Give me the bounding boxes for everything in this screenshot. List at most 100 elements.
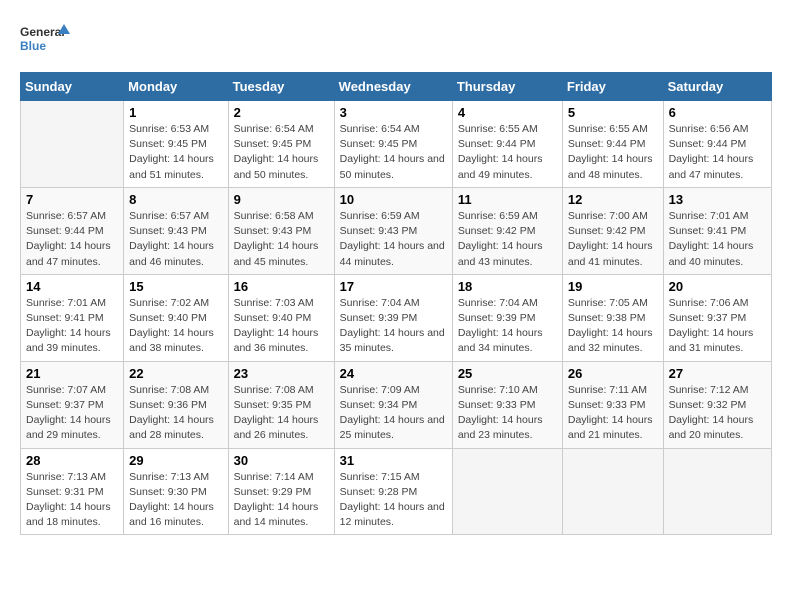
day-info: Sunrise: 7:10 AMSunset: 9:33 PMDaylight:…	[458, 384, 543, 442]
calendar-cell: 7 Sunrise: 6:57 AMSunset: 9:44 PMDayligh…	[21, 187, 124, 274]
day-info: Sunrise: 7:14 AMSunset: 9:29 PMDaylight:…	[234, 471, 319, 529]
calendar-cell	[663, 448, 771, 535]
day-number: 15	[129, 279, 222, 294]
day-info: Sunrise: 7:01 AMSunset: 9:41 PMDaylight:…	[26, 297, 111, 355]
day-info: Sunrise: 6:57 AMSunset: 9:43 PMDaylight:…	[129, 210, 214, 268]
calendar-cell: 30 Sunrise: 7:14 AMSunset: 9:29 PMDaylig…	[228, 448, 334, 535]
day-number: 26	[568, 366, 658, 381]
day-info: Sunrise: 6:55 AMSunset: 9:44 PMDaylight:…	[458, 123, 543, 181]
weekday-header-saturday: Saturday	[663, 73, 771, 101]
day-number: 21	[26, 366, 118, 381]
calendar-cell: 10 Sunrise: 6:59 AMSunset: 9:43 PMDaylig…	[334, 187, 452, 274]
day-info: Sunrise: 7:05 AMSunset: 9:38 PMDaylight:…	[568, 297, 653, 355]
day-number: 6	[669, 105, 766, 120]
day-info: Sunrise: 7:02 AMSunset: 9:40 PMDaylight:…	[129, 297, 214, 355]
calendar-week-row: 7 Sunrise: 6:57 AMSunset: 9:44 PMDayligh…	[21, 187, 772, 274]
day-info: Sunrise: 6:59 AMSunset: 9:43 PMDaylight:…	[340, 210, 445, 268]
calendar-cell: 22 Sunrise: 7:08 AMSunset: 9:36 PMDaylig…	[124, 361, 228, 448]
calendar-cell: 27 Sunrise: 7:12 AMSunset: 9:32 PMDaylig…	[663, 361, 771, 448]
day-info: Sunrise: 6:59 AMSunset: 9:42 PMDaylight:…	[458, 210, 543, 268]
calendar-cell: 1 Sunrise: 6:53 AMSunset: 9:45 PMDayligh…	[124, 101, 228, 188]
day-number: 18	[458, 279, 557, 294]
day-number: 3	[340, 105, 447, 120]
day-info: Sunrise: 6:58 AMSunset: 9:43 PMDaylight:…	[234, 210, 319, 268]
calendar-cell: 23 Sunrise: 7:08 AMSunset: 9:35 PMDaylig…	[228, 361, 334, 448]
calendar-cell: 26 Sunrise: 7:11 AMSunset: 9:33 PMDaylig…	[562, 361, 663, 448]
calendar-cell: 6 Sunrise: 6:56 AMSunset: 9:44 PMDayligh…	[663, 101, 771, 188]
day-number: 31	[340, 453, 447, 468]
calendar-cell: 24 Sunrise: 7:09 AMSunset: 9:34 PMDaylig…	[334, 361, 452, 448]
calendar-cell: 3 Sunrise: 6:54 AMSunset: 9:45 PMDayligh…	[334, 101, 452, 188]
weekday-header-wednesday: Wednesday	[334, 73, 452, 101]
day-info: Sunrise: 6:54 AMSunset: 9:45 PMDaylight:…	[234, 123, 319, 181]
day-info: Sunrise: 7:01 AMSunset: 9:41 PMDaylight:…	[669, 210, 754, 268]
day-info: Sunrise: 6:54 AMSunset: 9:45 PMDaylight:…	[340, 123, 445, 181]
day-number: 4	[458, 105, 557, 120]
day-info: Sunrise: 7:04 AMSunset: 9:39 PMDaylight:…	[340, 297, 445, 355]
day-number: 9	[234, 192, 329, 207]
day-number: 20	[669, 279, 766, 294]
svg-text:Blue: Blue	[20, 39, 46, 53]
day-number: 12	[568, 192, 658, 207]
calendar-cell: 4 Sunrise: 6:55 AMSunset: 9:44 PMDayligh…	[452, 101, 562, 188]
calendar-cell: 25 Sunrise: 7:10 AMSunset: 9:33 PMDaylig…	[452, 361, 562, 448]
day-number: 13	[669, 192, 766, 207]
calendar-week-row: 1 Sunrise: 6:53 AMSunset: 9:45 PMDayligh…	[21, 101, 772, 188]
day-number: 29	[129, 453, 222, 468]
calendar-cell: 9 Sunrise: 6:58 AMSunset: 9:43 PMDayligh…	[228, 187, 334, 274]
day-info: Sunrise: 6:53 AMSunset: 9:45 PMDaylight:…	[129, 123, 214, 181]
day-number: 10	[340, 192, 447, 207]
calendar-cell: 19 Sunrise: 7:05 AMSunset: 9:38 PMDaylig…	[562, 274, 663, 361]
day-info: Sunrise: 7:03 AMSunset: 9:40 PMDaylight:…	[234, 297, 319, 355]
weekday-header-sunday: Sunday	[21, 73, 124, 101]
calendar-cell: 18 Sunrise: 7:04 AMSunset: 9:39 PMDaylig…	[452, 274, 562, 361]
calendar-cell: 5 Sunrise: 6:55 AMSunset: 9:44 PMDayligh…	[562, 101, 663, 188]
header: General Blue	[20, 20, 772, 62]
calendar-cell: 16 Sunrise: 7:03 AMSunset: 9:40 PMDaylig…	[228, 274, 334, 361]
calendar-cell	[21, 101, 124, 188]
day-info: Sunrise: 7:12 AMSunset: 9:32 PMDaylight:…	[669, 384, 754, 442]
day-info: Sunrise: 7:13 AMSunset: 9:30 PMDaylight:…	[129, 471, 214, 529]
day-info: Sunrise: 6:55 AMSunset: 9:44 PMDaylight:…	[568, 123, 653, 181]
day-info: Sunrise: 7:08 AMSunset: 9:36 PMDaylight:…	[129, 384, 214, 442]
day-number: 17	[340, 279, 447, 294]
day-info: Sunrise: 7:07 AMSunset: 9:37 PMDaylight:…	[26, 384, 111, 442]
day-number: 5	[568, 105, 658, 120]
day-info: Sunrise: 7:13 AMSunset: 9:31 PMDaylight:…	[26, 471, 111, 529]
day-info: Sunrise: 7:00 AMSunset: 9:42 PMDaylight:…	[568, 210, 653, 268]
calendar-cell: 11 Sunrise: 6:59 AMSunset: 9:42 PMDaylig…	[452, 187, 562, 274]
weekday-header-tuesday: Tuesday	[228, 73, 334, 101]
day-number: 27	[669, 366, 766, 381]
weekday-header-friday: Friday	[562, 73, 663, 101]
calendar-week-row: 14 Sunrise: 7:01 AMSunset: 9:41 PMDaylig…	[21, 274, 772, 361]
day-number: 1	[129, 105, 222, 120]
logo: General Blue	[20, 20, 70, 62]
day-info: Sunrise: 7:15 AMSunset: 9:28 PMDaylight:…	[340, 471, 445, 529]
day-info: Sunrise: 6:57 AMSunset: 9:44 PMDaylight:…	[26, 210, 111, 268]
day-number: 8	[129, 192, 222, 207]
calendar-cell: 14 Sunrise: 7:01 AMSunset: 9:41 PMDaylig…	[21, 274, 124, 361]
weekday-header-thursday: Thursday	[452, 73, 562, 101]
day-number: 11	[458, 192, 557, 207]
day-info: Sunrise: 7:08 AMSunset: 9:35 PMDaylight:…	[234, 384, 319, 442]
calendar-cell: 12 Sunrise: 7:00 AMSunset: 9:42 PMDaylig…	[562, 187, 663, 274]
calendar-cell: 20 Sunrise: 7:06 AMSunset: 9:37 PMDaylig…	[663, 274, 771, 361]
logo-svg: General Blue	[20, 20, 70, 62]
day-info: Sunrise: 7:09 AMSunset: 9:34 PMDaylight:…	[340, 384, 445, 442]
day-number: 2	[234, 105, 329, 120]
calendar-cell: 2 Sunrise: 6:54 AMSunset: 9:45 PMDayligh…	[228, 101, 334, 188]
day-number: 16	[234, 279, 329, 294]
weekday-header-row: SundayMondayTuesdayWednesdayThursdayFrid…	[21, 73, 772, 101]
day-number: 7	[26, 192, 118, 207]
day-info: Sunrise: 6:56 AMSunset: 9:44 PMDaylight:…	[669, 123, 754, 181]
calendar-cell: 8 Sunrise: 6:57 AMSunset: 9:43 PMDayligh…	[124, 187, 228, 274]
day-number: 25	[458, 366, 557, 381]
day-info: Sunrise: 7:06 AMSunset: 9:37 PMDaylight:…	[669, 297, 754, 355]
calendar-cell: 15 Sunrise: 7:02 AMSunset: 9:40 PMDaylig…	[124, 274, 228, 361]
svg-text:General: General	[20, 25, 65, 39]
calendar-cell: 29 Sunrise: 7:13 AMSunset: 9:30 PMDaylig…	[124, 448, 228, 535]
day-number: 30	[234, 453, 329, 468]
day-info: Sunrise: 7:04 AMSunset: 9:39 PMDaylight:…	[458, 297, 543, 355]
day-info: Sunrise: 7:11 AMSunset: 9:33 PMDaylight:…	[568, 384, 653, 442]
day-number: 23	[234, 366, 329, 381]
